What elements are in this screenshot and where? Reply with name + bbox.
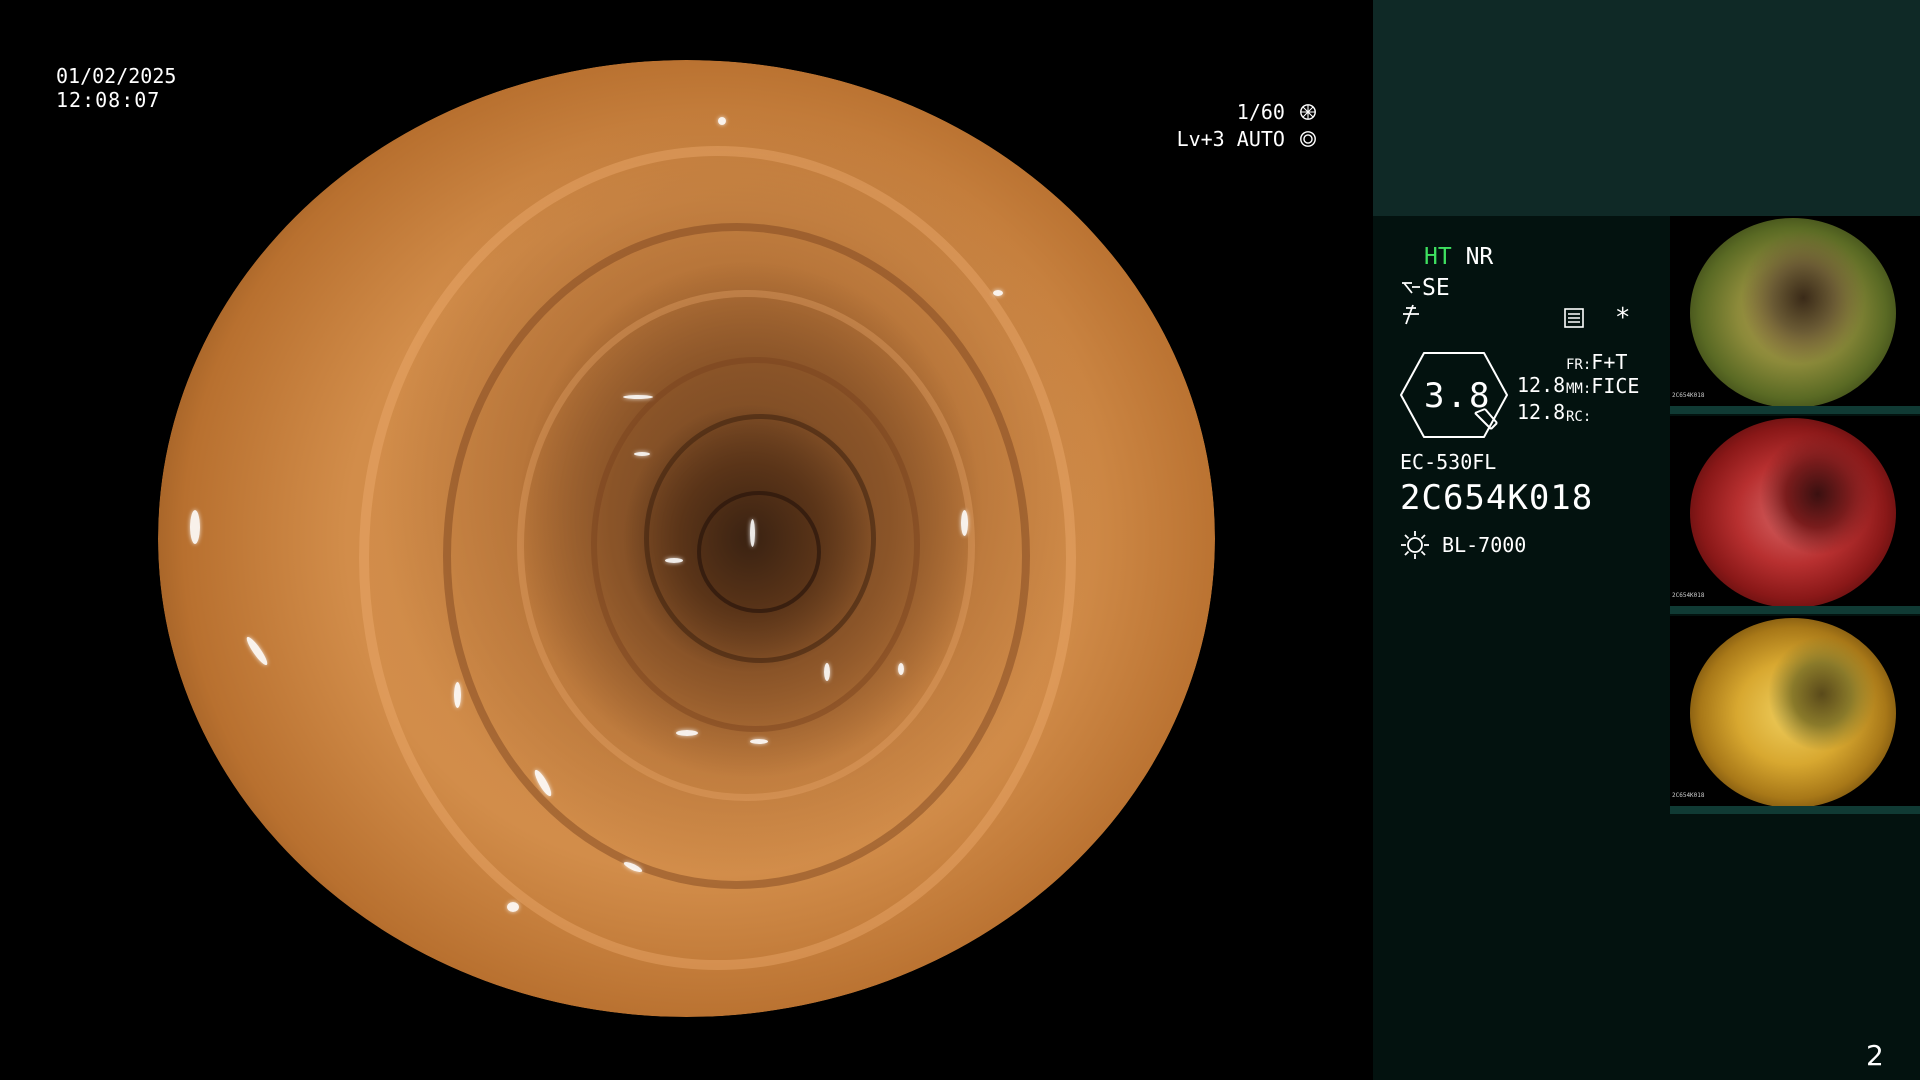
fr-label: FR:	[1566, 357, 1592, 373]
brightness-readout: Lv+3 AUTO	[1177, 127, 1317, 151]
record-status: *	[1563, 304, 1631, 333]
thumbnail-caption: 2C654K018	[1672, 592, 1705, 599]
asterisk-indicator: *	[1614, 303, 1631, 333]
mm-label: MM:	[1566, 381, 1592, 397]
page-number: 2	[1866, 1039, 1884, 1072]
light-reflection	[189, 509, 200, 544]
exam-date: 01/02/2025	[56, 64, 177, 88]
light-reflection	[244, 634, 271, 668]
mm-value: FICE	[1591, 374, 1640, 398]
thumbnail-bar	[1670, 806, 1920, 814]
aperture-icon	[1300, 104, 1316, 120]
light-reflection	[675, 729, 698, 736]
rc-setting: RC:	[1566, 400, 1591, 431]
nr-indicator: NR	[1465, 244, 1494, 270]
light-reflection	[665, 557, 684, 563]
light-reflection	[897, 662, 904, 675]
light-reflection	[993, 289, 1004, 296]
structure-enhancement: SE	[1400, 274, 1450, 302]
light-reflection	[718, 117, 727, 126]
edge-icon	[1403, 304, 1419, 325]
iris-icon	[1300, 131, 1316, 147]
rc-label: RC:	[1566, 409, 1592, 425]
lumen	[697, 490, 822, 614]
light-reflection	[506, 902, 519, 913]
magnification-2: 12.8	[1517, 400, 1566, 424]
thumbnail-caption: 2C654K018	[1672, 392, 1705, 399]
light-reflection	[453, 682, 461, 709]
brightness-level: Lv+3	[1176, 127, 1225, 151]
light-source: BL-7000	[1400, 530, 1526, 560]
endoscope-main-view	[0, 0, 1373, 1080]
captured-image-thumbnail[interactable]: 2C654K018	[1670, 216, 1920, 414]
light-reflection	[823, 662, 830, 681]
exam-time: 12:08:07	[56, 88, 161, 112]
thumbnail-caption: 2C654K018	[1672, 792, 1705, 799]
thumbnail-image	[1690, 418, 1896, 608]
thumbnail-image	[1690, 218, 1896, 408]
captured-image-thumbnail[interactable]: 2C654K018	[1670, 416, 1920, 614]
thumbnail-image	[1690, 618, 1896, 808]
scope-model: EC-530FL	[1400, 450, 1497, 474]
endoscopic-image	[158, 60, 1215, 1017]
enhancement-status: HT NR	[1424, 243, 1493, 271]
patient-info-panel	[1373, 0, 1920, 216]
thumbnail-bar	[1670, 406, 1920, 414]
captured-image-thumbnail[interactable]: 2C654K018	[1670, 616, 1920, 814]
light-reflection	[749, 519, 755, 548]
shutter-speed: 1/60	[1236, 100, 1285, 124]
light-reflection	[623, 394, 654, 399]
structure-icon	[1402, 282, 1420, 294]
fr-value: F+T	[1591, 350, 1628, 374]
mm-setting: MM:FICE	[1566, 372, 1639, 403]
edge-enhancement	[1400, 304, 1422, 333]
thumbnail-bar	[1670, 606, 1920, 614]
magnification-1: 12.8	[1517, 373, 1566, 397]
light-source-model: BL-7000	[1442, 533, 1527, 557]
se-indicator: SE	[1422, 275, 1450, 301]
recording-media-icon	[1564, 308, 1584, 328]
shutter-readout: 1/60	[1237, 100, 1317, 124]
zoom-value: 3.8	[1424, 376, 1492, 416]
scope-serial: 2C654K018	[1400, 478, 1594, 518]
ht-indicator: HT	[1424, 244, 1452, 270]
exposure-mode: AUTO	[1236, 127, 1285, 151]
light-source-icon	[1401, 531, 1429, 559]
